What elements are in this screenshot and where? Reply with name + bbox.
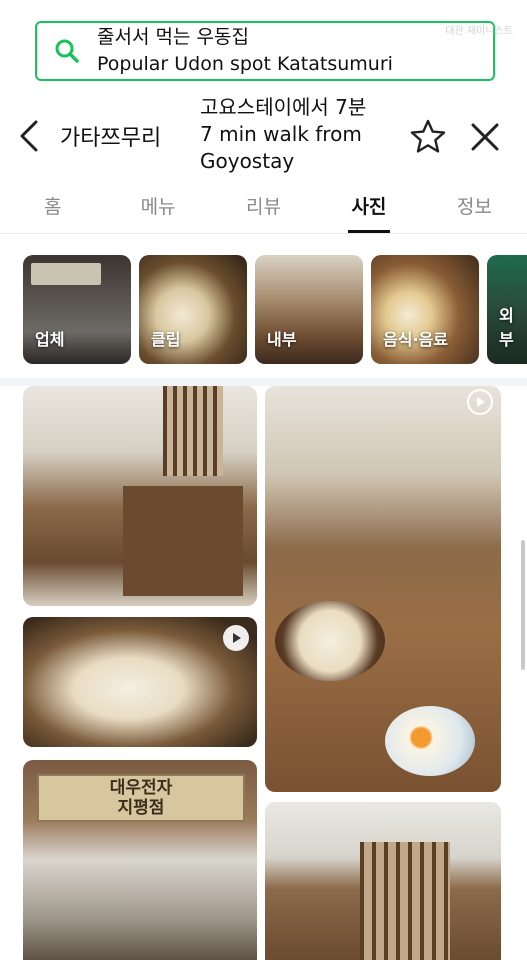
udon-bowl-graphic	[275, 601, 385, 681]
window-lattice-graphic	[163, 386, 223, 476]
tab-reviews[interactable]: 리뷰	[211, 178, 316, 233]
tab-menu[interactable]: 메뉴	[105, 178, 210, 233]
walk-info: 고요스테이에서 7분 7 min walk from Goyostay	[200, 94, 366, 175]
category-label: 내부	[267, 330, 297, 349]
photo-category-strip: 업체 클립 내부 음식·음료 외부	[0, 234, 527, 386]
category-label: 음식·음료	[383, 330, 448, 349]
tab-photos[interactable]: 사진	[316, 178, 421, 233]
tab-home[interactable]: 홈	[0, 178, 105, 233]
tab-info[interactable]: 정보	[422, 178, 527, 233]
photo-interior-window[interactable]	[265, 802, 501, 960]
back-arrow-icon[interactable]	[16, 118, 46, 154]
search-line-2: Popular Udon spot Katatsumuri	[97, 53, 393, 75]
counter-graphic	[123, 486, 243, 596]
sign-line-1: 대우전자	[109, 778, 173, 798]
walk-line-3: Goyostay	[200, 149, 295, 173]
search-line-1: 줄서서 먹는 우동집	[97, 26, 249, 48]
photo-storefront[interactable]: 대우전자 지평점	[23, 760, 257, 960]
egg-plate-graphic	[385, 706, 475, 776]
category-exterior[interactable]: 외부	[487, 255, 527, 364]
category-business[interactable]: 업체	[23, 255, 131, 364]
search-bar[interactable]: 줄서서 먹는 우동집 Popular Udon spot Katatsumuri	[35, 21, 495, 81]
category-clips[interactable]: 클립	[139, 255, 247, 364]
photo-udon-noodles[interactable]	[23, 617, 257, 747]
category-label: 업체	[35, 330, 65, 349]
sign-line-2: 지평점	[117, 798, 165, 818]
walk-line-1: 고요스테이에서 7분	[200, 95, 367, 119]
place-name: 가타쯔무리	[60, 126, 162, 151]
walk-line-2: 7 min walk from	[200, 122, 362, 146]
play-icon[interactable]	[467, 389, 493, 415]
tab-bar: 홈 메뉴 리뷰 사진 정보	[0, 178, 527, 234]
category-label: 클립	[151, 330, 181, 349]
storefront-sign-graphic	[31, 263, 101, 285]
category-food-drink[interactable]: 음식·음료	[371, 255, 479, 364]
play-icon[interactable]	[223, 625, 249, 651]
place-header: 가타쯔무리 고요스테이에서 7분 7 min walk from Goyosta…	[0, 90, 527, 178]
scrollbar[interactable]	[521, 540, 525, 670]
watermark: 대한 재미니스트	[445, 26, 513, 37]
search-icon	[37, 23, 97, 79]
store-sign: 대우전자 지평점	[37, 774, 245, 822]
photo-udon-table[interactable]	[265, 386, 501, 792]
photo-interior-counter[interactable]	[23, 386, 257, 606]
search-query: 줄서서 먹는 우동집 Popular Udon spot Katatsumuri	[97, 24, 393, 78]
star-icon[interactable]	[409, 118, 447, 156]
close-icon[interactable]	[468, 120, 502, 154]
window-lattice-graphic	[360, 842, 450, 960]
category-interior[interactable]: 내부	[255, 255, 363, 364]
category-label: 외부	[499, 306, 514, 349]
